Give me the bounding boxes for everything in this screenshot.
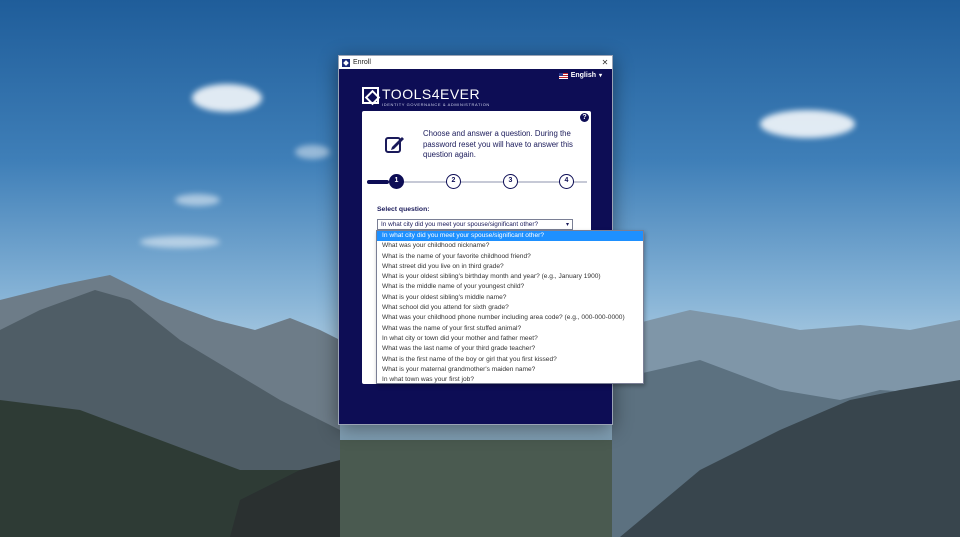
dropdown-option[interactable]: What is the middle name of your youngest… [377,282,643,292]
window-title: Enroll [353,59,371,66]
question-select-value: In what city did you meet your spouse/si… [381,221,539,228]
dropdown-option[interactable]: What street did you live on in third gra… [377,262,643,272]
title-bar: Enroll ✕ [339,56,612,69]
dropdown-option[interactable]: In what city did you meet your spouse/si… [377,231,643,242]
dropdown-option[interactable]: What was your childhood phone number inc… [377,313,643,323]
dropdown-option[interactable]: What is the first name of the boy or gir… [377,355,643,365]
intro-text: Choose and answer a question. During the… [423,129,573,159]
dropdown-option[interactable]: What was your childhood nickname? [377,241,643,251]
logo-icon [362,87,379,104]
step-4: 4 [559,174,574,189]
chevron-down-icon: ▾ [598,73,602,79]
app-icon [342,58,350,67]
dropdown-option[interactable]: What is your maternal grandmother's maid… [377,365,643,375]
select-question-label: Select question: [377,206,430,213]
us-flag-icon [558,72,568,79]
edit-icon [385,137,404,153]
step-indicator: 1 2 3 4 [367,174,587,190]
chevron-down-icon: ▾ [565,222,569,228]
language-label: English [570,72,596,79]
question-dropdown-list: In what city did you meet your spouse/si… [376,230,644,384]
logo-text: TOOLS4EVER [382,86,481,102]
dropdown-option[interactable]: What school did you attend for sixth gra… [377,303,643,313]
dropdown-option[interactable]: In what town was your first job? [377,375,643,385]
dropdown-option[interactable]: What is your oldest sibling's birthday m… [377,272,643,282]
dropdown-option[interactable]: In what city or town did your mother and… [377,334,643,344]
step-progress [367,180,389,184]
help-icon[interactable]: ? [580,113,589,122]
dropdown-option[interactable]: What is your oldest sibling's middle nam… [377,293,643,303]
dropdown-option[interactable]: What is the name of your favorite childh… [377,252,643,262]
logo: TOOLS4EVER IDENTITY GOVERNANCE & ADMINIS… [362,87,490,107]
step-2: 2 [446,174,461,189]
question-select[interactable]: In what city did you meet your spouse/si… [377,219,573,230]
step-1: 1 [389,174,404,189]
logo-subtitle: IDENTITY GOVERNANCE & ADMINISTRATION [382,102,490,107]
dropdown-option[interactable]: What was the last name of your third gra… [377,344,643,354]
dropdown-option[interactable]: What was the name of your first stuffed … [377,324,643,334]
step-3: 3 [503,174,518,189]
close-button[interactable]: ✕ [598,58,612,67]
language-selector[interactable]: English ▾ [558,72,602,79]
